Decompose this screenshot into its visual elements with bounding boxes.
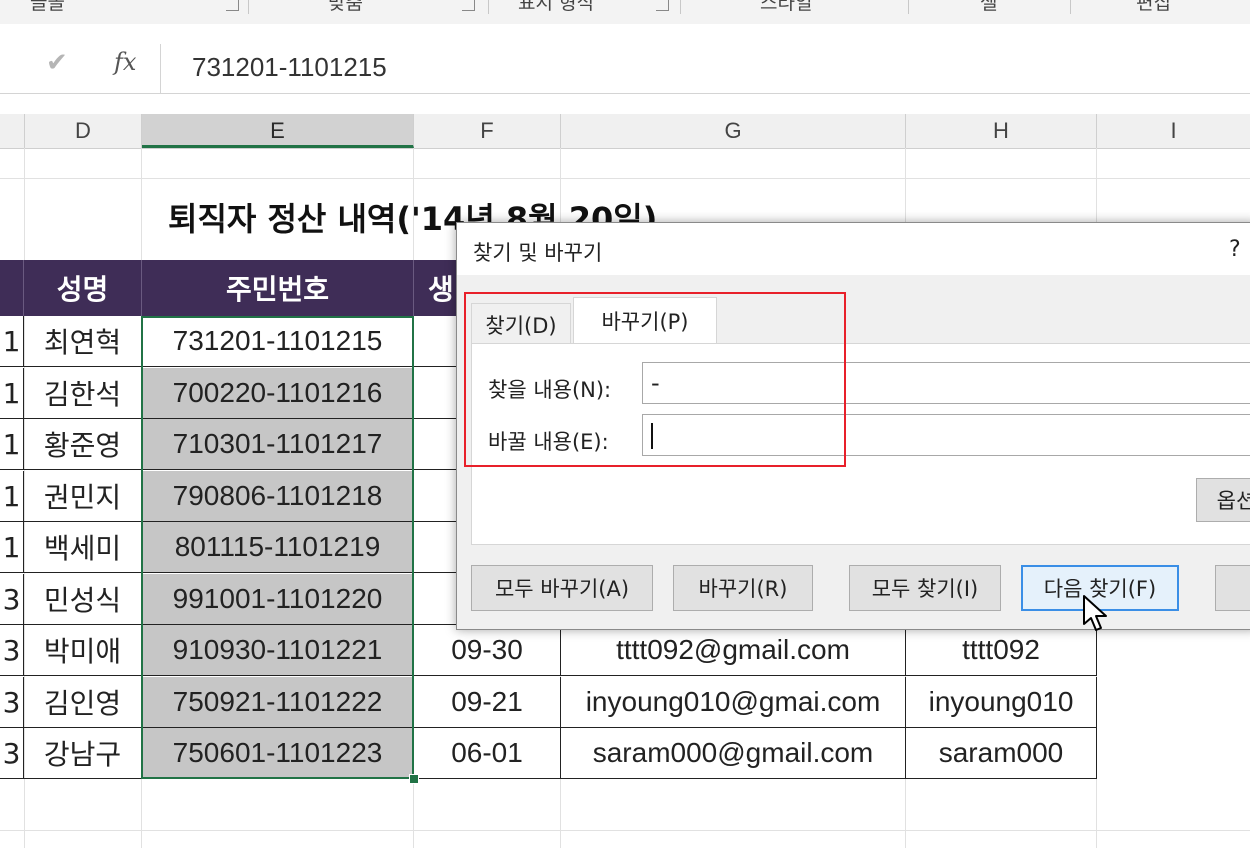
table-header-prefix[interactable] [0,260,24,316]
dialog-launcher-icon[interactable] [656,0,669,11]
table-cell-email[interactable]: tttt092@gmail.com [561,625,906,676]
ribbon-group-styles: 스타일 [760,0,813,14]
tab-replace[interactable]: 바꾸기(P) [573,297,717,343]
table-cell-id[interactable]: 801115-1101219 [142,522,414,573]
ribbon-strip: 글꼴 맞춤 표시 형식 스타일 셀 편집 [0,0,1250,25]
table-cell-name[interactable]: 박미애 [24,625,142,676]
table-cell-id[interactable]: 790806-1101218 [142,471,414,522]
column-header-d[interactable]: D [25,114,142,148]
ribbon-group-label: 글꼴 [30,0,65,14]
table-cell-prefix[interactable]: 3 [0,677,24,728]
column-header-c[interactable] [0,114,25,148]
dialog-title: 찾기 및 바꾸기 [473,241,603,265]
table-cell-name[interactable]: 최연혁 [24,316,142,367]
table-cell-prefix[interactable]: 3 [0,574,24,625]
table-cell-name[interactable]: 황준영 [24,419,142,470]
help-icon[interactable]: ? [1229,237,1241,262]
tab-find[interactable]: 찾기(D) [471,303,571,345]
table-cell-email[interactable]: saram000@gmail.com [561,728,906,779]
replace-all-button[interactable]: 모두 바꾸기(A) [471,565,653,611]
table-cell-email[interactable]: inyoung010@gmai.com [561,677,906,728]
table-cell-user[interactable]: tttt092 [906,625,1097,676]
table-header-id[interactable]: 주민번호 [142,260,414,316]
ribbon-group-editing: 편집 [1136,0,1171,14]
insert-function-icon[interactable]: fx [114,48,136,76]
table-cell-birth[interactable]: 09-30 [414,625,561,676]
table-cell-id[interactable]: 710301-1101217 [142,419,414,470]
table-header-name[interactable]: 성명 [24,260,142,316]
table-cell-prefix[interactable]: 1 [0,419,24,470]
table-cell-prefix[interactable]: 1 [0,368,24,419]
table-cell-id[interactable]: 991001-1101220 [142,574,414,625]
table-cell-name[interactable]: 권민지 [24,471,142,522]
table-cell-prefix[interactable]: 3 [0,625,24,676]
table-cell-id[interactable]: 731201-1101215 [142,316,414,367]
table-cell-id[interactable]: 750601-1101223 [142,728,414,779]
formula-bar: ✔ fx 731201-1101215 [0,24,1250,114]
replace-panel: 찾을 내용(N): - 바꿀 내용(E): 옵션 [471,343,1250,545]
table-cell-name[interactable]: 김인영 [24,677,142,728]
column-header-h[interactable]: H [906,114,1097,148]
table-cell-id[interactable]: 700220-1101216 [142,368,414,419]
options-button[interactable]: 옵션 [1196,478,1250,522]
column-header-i[interactable]: I [1097,114,1250,148]
table-cell-prefix[interactable]: 1 [0,522,24,573]
ribbon-group-align: 맞춤 [328,0,363,14]
find-what-input[interactable]: - [642,362,1250,404]
ribbon-group-cells: 셀 [980,0,998,14]
table-cell-id[interactable]: 910930-1101221 [142,625,414,676]
table-cell-user[interactable]: saram000 [906,728,1097,779]
replace-button[interactable]: 바꾸기(R) [673,565,813,611]
check-icon[interactable]: ✔ [46,48,68,78]
column-header-e[interactable]: E [142,114,414,148]
dialog-launcher-icon[interactable] [226,0,239,11]
replace-with-label: 바꿀 내용(E): [488,430,609,454]
formula-input[interactable]: 731201-1101215 [192,52,387,83]
column-headers: D E F G H I [0,114,1250,149]
table-cell-name[interactable]: 민성식 [24,574,142,625]
close-button[interactable] [1215,565,1250,611]
column-header-g[interactable]: G [561,114,906,148]
table-cell-birth[interactable]: 06-01 [414,728,561,779]
find-replace-dialog: 찾기 및 바꾸기 ? 찾기(D) 바꾸기(P) 찾을 내용(N): - 바꿀 내… [456,222,1250,630]
mouse-pointer-icon [1083,595,1107,631]
table-cell-user[interactable]: inyoung010 [906,677,1097,728]
dialog-titlebar[interactable]: 찾기 및 바꾸기 ? [457,223,1250,275]
find-all-button[interactable]: 모두 찾기(I) [849,565,1001,611]
table-cell-name[interactable]: 백세미 [24,522,142,573]
replace-with-input[interactable] [642,414,1250,456]
ribbon-group-number: 표시 형식 [518,0,594,14]
table-cell-prefix[interactable]: 1 [0,316,24,367]
table-cell-id[interactable]: 750921-1101222 [142,677,414,728]
dialog-launcher-icon[interactable] [462,0,475,11]
table-cell-prefix[interactable]: 1 [0,471,24,522]
text-caret [651,423,653,449]
fill-handle[interactable] [409,774,419,784]
table-cell-name[interactable]: 김한석 [24,368,142,419]
table-cell-name[interactable]: 강남구 [24,728,142,779]
table-cell-birth[interactable]: 09-21 [414,677,561,728]
table-cell-prefix[interactable]: 3 [0,728,24,779]
column-header-f[interactable]: F [414,114,561,148]
find-what-label: 찾을 내용(N): [488,378,612,402]
